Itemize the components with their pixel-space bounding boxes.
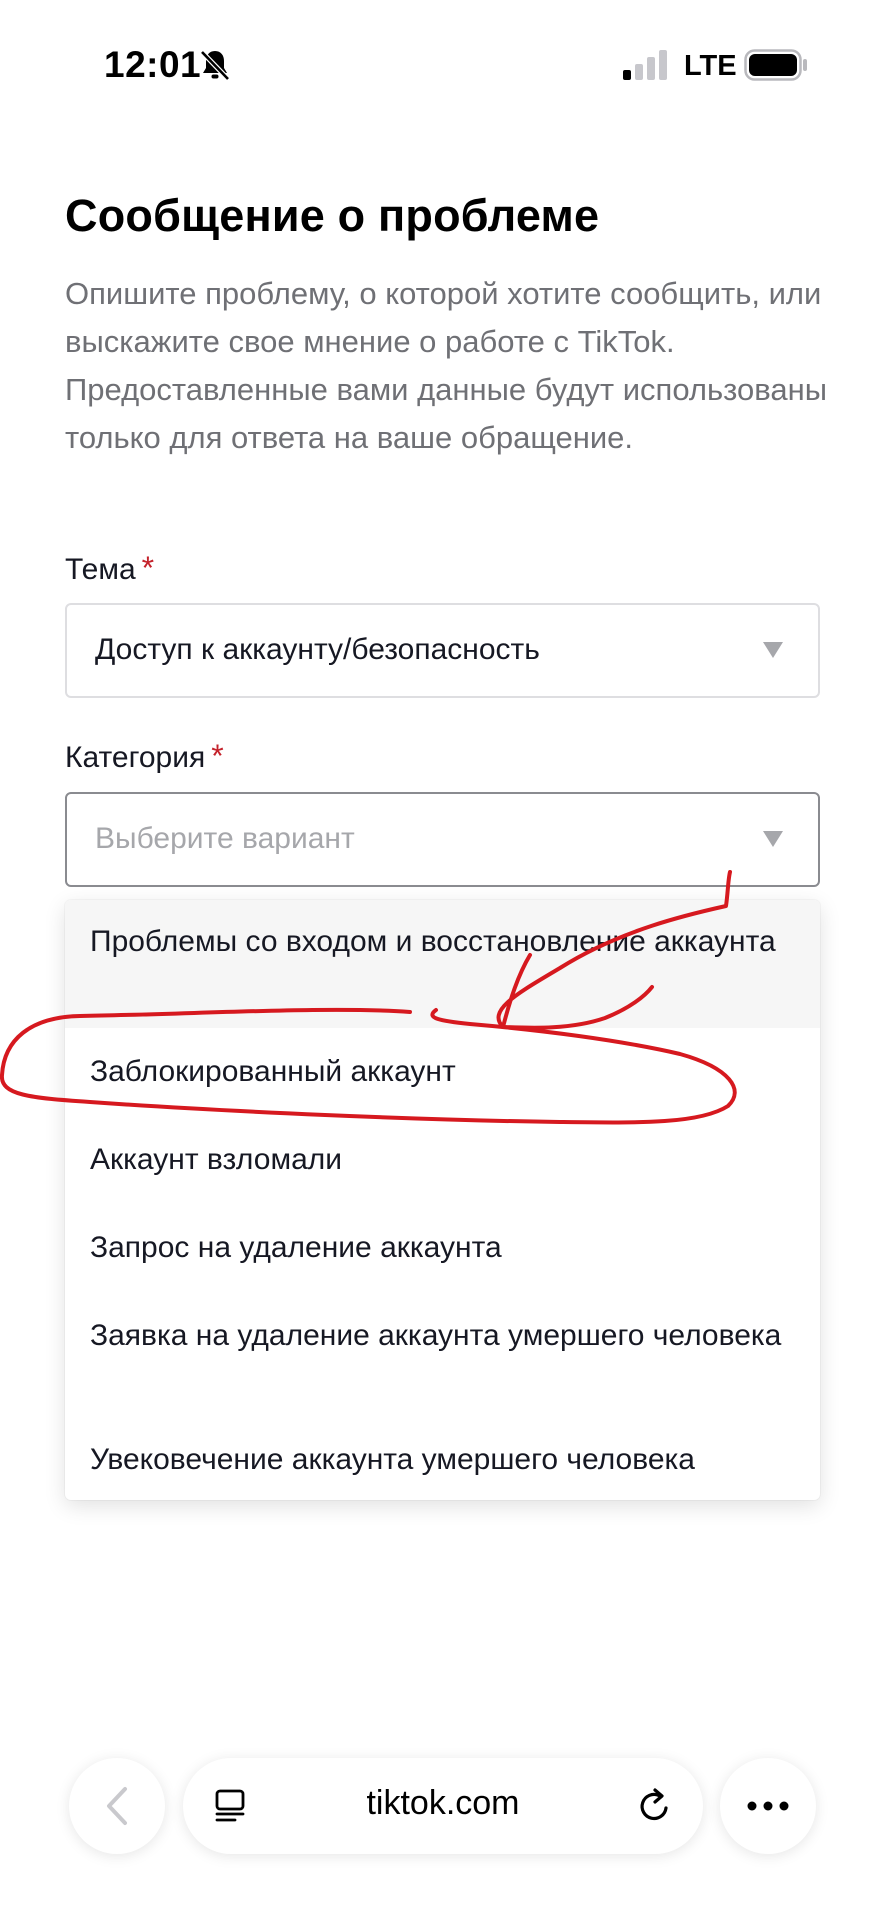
topic-label-text: Тема	[65, 553, 136, 586]
page: 12:01 LTE Сообщение о проблеме Опишите п…	[0, 0, 884, 1920]
dropdown-option[interactable]: Заявка на удаление аккаунта умершего чел…	[65, 1292, 820, 1420]
status-time: 12:01	[104, 44, 202, 85]
reload-icon[interactable]	[635, 1786, 675, 1826]
topic-select-value: Доступ к аккаунту/безопасность	[95, 633, 540, 666]
dropdown-option[interactable]: Заблокированный аккаунт	[65, 1028, 820, 1116]
more-button[interactable]	[720, 1758, 816, 1854]
dropdown-option[interactable]: Аккаунт взломали	[65, 1116, 820, 1204]
bell-slash-icon	[200, 50, 230, 81]
url-text[interactable]: tiktok.com	[183, 1784, 703, 1823]
category-dropdown: Проблемы со входом и восстановление акка…	[65, 900, 820, 1500]
topic-label: Тема *	[65, 550, 154, 587]
more-dots-icon	[747, 1801, 789, 1811]
address-bar[interactable]: tiktok.com	[183, 1758, 703, 1854]
category-select-placeholder: Выберите вариант	[95, 822, 355, 855]
page-title: Сообщение о проблеме	[65, 190, 600, 241]
battery-icon	[744, 49, 807, 81]
caret-down-icon	[763, 831, 783, 847]
category-label-text: Категория	[65, 741, 206, 774]
category-label: Категория *	[65, 738, 224, 775]
dropdown-option[interactable]: Увековечение аккаунта умершего человека	[65, 1420, 820, 1500]
required-star: *	[211, 738, 224, 774]
status-bar: 12:01 LTE	[0, 0, 884, 130]
back-button[interactable]	[69, 1758, 165, 1854]
network-label: LTE	[684, 50, 737, 82]
caret-down-icon	[763, 642, 783, 658]
dropdown-option[interactable]: Проблемы со входом и восстановление акка…	[65, 900, 820, 1028]
category-select[interactable]: Выберите вариант	[65, 792, 820, 887]
back-arrow-icon	[107, 1787, 127, 1825]
signal-icon	[623, 50, 667, 80]
dropdown-option[interactable]: Запрос на удаление аккаунта	[65, 1204, 820, 1292]
page-description: Опишите проблему, о которой хотите сообщ…	[65, 276, 827, 455]
topic-select[interactable]: Доступ к аккаунту/безопасность	[65, 603, 820, 698]
required-star: *	[141, 550, 155, 586]
